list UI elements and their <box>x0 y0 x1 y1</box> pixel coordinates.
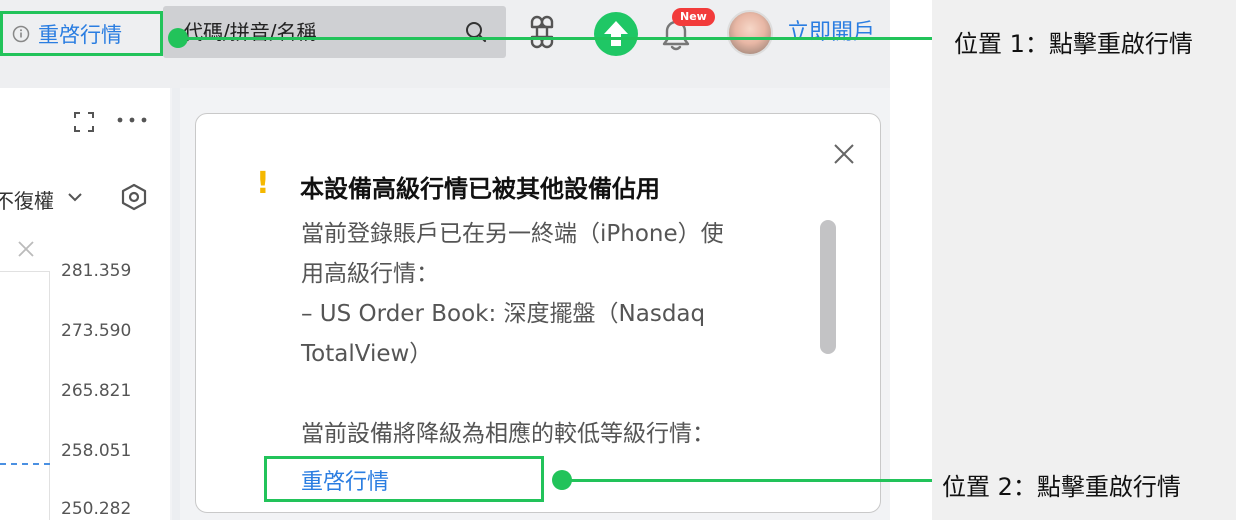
expand-icon[interactable] <box>72 110 96 134</box>
chevron-down-icon[interactable] <box>66 190 84 204</box>
settings-hex-icon[interactable] <box>120 183 148 211</box>
dialog-body-line: TotalView） <box>301 341 433 367</box>
dialog-body-line: – US Order Book: 深度擺盤（Nasdaq <box>301 301 706 327</box>
search-input[interactable] <box>183 16 453 48</box>
scrollbar[interactable] <box>820 220 836 354</box>
dialog-body-line: 當前登錄賬戶已在另一終端（iPhone）使 <box>301 221 724 247</box>
search-icon[interactable] <box>464 20 488 44</box>
app-window: 重啓行情 New 立即開戶 不復權 <box>0 0 890 520</box>
new-badge: New <box>672 8 715 26</box>
dialog-body-line: 當前設備將降級為相應的較低等級行情： <box>301 421 715 447</box>
annotation-label-1: 位置 1：點擊重啟行情 <box>954 30 1193 58</box>
price-adjust-select[interactable]: 不復權 <box>0 185 54 214</box>
price-tick: 258.051 <box>61 441 132 461</box>
upload-button[interactable] <box>594 12 638 56</box>
arrow-up-icon <box>604 21 628 46</box>
leader-dot-1 <box>168 28 188 48</box>
command-icon[interactable] <box>524 14 560 50</box>
dialog-title: 本設備高級行情已被其他設備佔用 <box>300 175 660 203</box>
price-tick: 250.282 <box>61 499 132 519</box>
price-tick: 281.359 <box>61 261 132 281</box>
leader-line-1 <box>177 37 932 40</box>
chart-panel: 不復權 281.359 273.590 265.821 258.051 250.… <box>0 88 170 520</box>
more-icon[interactable] <box>116 112 148 128</box>
panel-divider <box>172 88 180 520</box>
leader-dot-2 <box>552 470 572 490</box>
price-tick: 265.821 <box>61 381 132 401</box>
warning-icon: ! <box>256 166 270 201</box>
quote-conflict-dialog: ! 本設備高級行情已被其他設備佔用 當前登錄賬戶已在另一終端（iPhone）使 … <box>195 113 881 513</box>
dialog-body: 當前登錄賬戶已在另一終端（iPhone）使 用高級行情： – US Order … <box>301 214 821 454</box>
close-icon[interactable] <box>832 142 856 166</box>
chart-area <box>0 271 50 520</box>
open-account-link[interactable]: 立即開戶 <box>787 14 875 46</box>
close-icon[interactable] <box>17 240 35 258</box>
leader-line-2 <box>561 479 932 482</box>
dialog-body-line: 用高級行情： <box>301 261 439 287</box>
annotation-label-2: 位置 2：點擊重啟行情 <box>942 473 1181 501</box>
price-tick: 273.590 <box>61 321 132 341</box>
search-box <box>163 6 506 58</box>
avatar[interactable] <box>727 10 773 56</box>
highlight-box-1 <box>0 11 163 56</box>
annotation-panel <box>932 0 1236 520</box>
highlight-box-2 <box>264 456 544 502</box>
current-price-line <box>0 463 50 465</box>
